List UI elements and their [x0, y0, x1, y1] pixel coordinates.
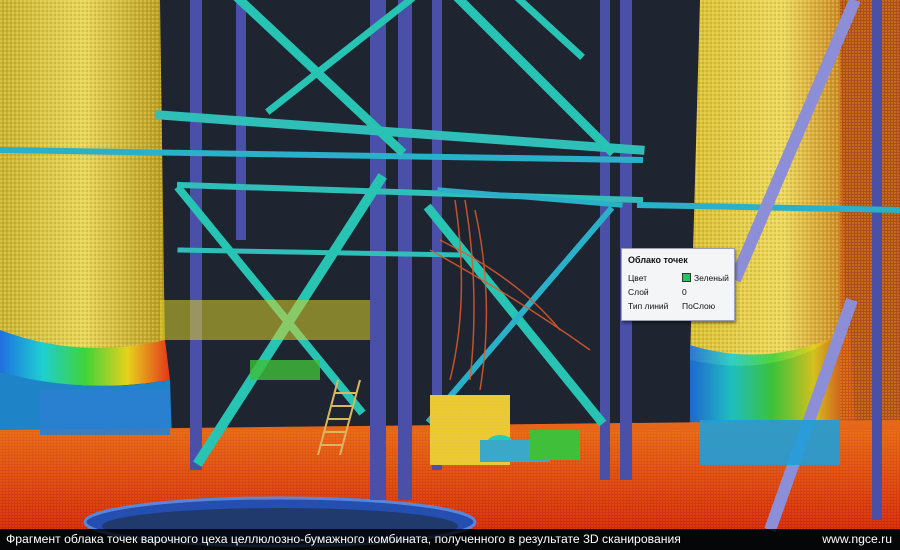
caption-bar: Фрагмент облака точек варочного цеха цел… — [0, 529, 900, 550]
cabling — [429, 199, 591, 391]
point-cloud-scene — [0, 0, 900, 548]
tooltip-title: Облако точек — [628, 255, 688, 265]
left-tank — [0, 0, 172, 440]
color-swatch-icon — [682, 273, 691, 282]
tooltip-row-color: Цвет Зеленый — [628, 273, 732, 285]
tooltip-row-layer: Слой 0 — [628, 287, 732, 299]
point-cloud-tooltip: Облако точек Цвет Зеленый Слой 0 Тип лин… — [621, 248, 735, 321]
tooltip-key-layer: Слой — [628, 287, 649, 297]
tooltip-value-color: Зеленый — [694, 273, 729, 283]
tooltip-key-color: Цвет — [628, 273, 648, 283]
tooltip-row-linetype: Тип линий ПоСлою — [628, 301, 732, 313]
tooltip-key-linetype: Тип линий — [628, 301, 669, 311]
caption-text: Фрагмент облака точек варочного цеха цел… — [6, 532, 681, 546]
site-link[interactable]: www.ngce.ru — [822, 529, 892, 550]
point-cloud-viewport[interactable]: Облако точек Цвет Зеленый Слой 0 Тип лин… — [0, 0, 900, 550]
right-tank — [690, 0, 900, 470]
tooltip-value-linetype: ПоСлою — [682, 301, 716, 311]
tooltip-value-layer: 0 — [682, 287, 687, 297]
